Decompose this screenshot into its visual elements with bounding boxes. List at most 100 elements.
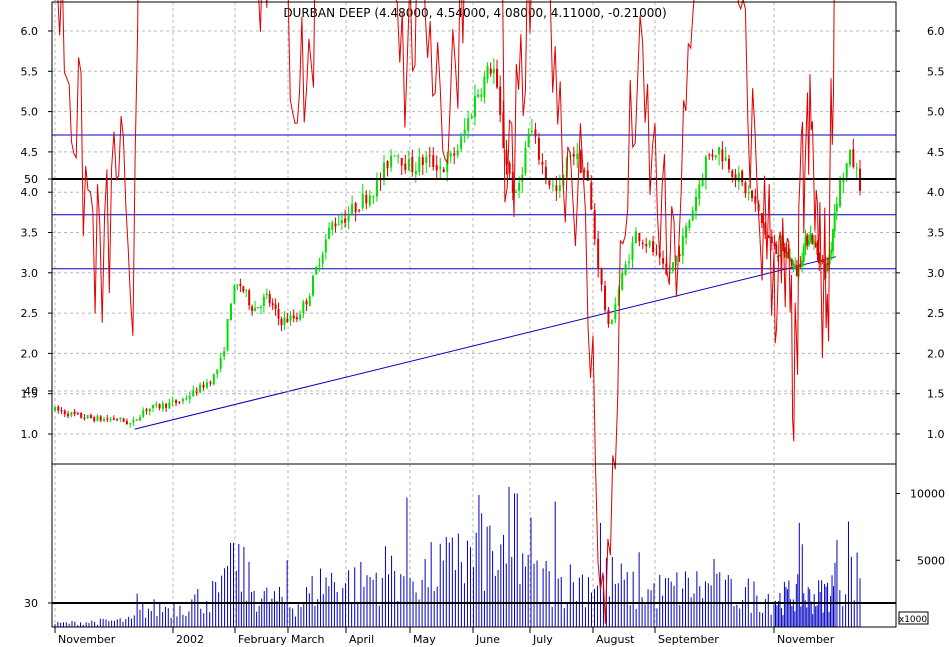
- candle-body-81: [315, 267, 318, 275]
- candle-body-120: [449, 153, 452, 157]
- candle-body-127: [473, 95, 476, 118]
- price-tick-label-right-9: 5.5: [927, 65, 945, 78]
- candle-body-78: [305, 300, 308, 305]
- candle-body-66: [268, 294, 271, 304]
- candle-body-15: [103, 419, 106, 421]
- price-tick-label-left-2: 2.0: [21, 347, 39, 360]
- candle-body-68: [274, 304, 277, 309]
- candle-body-29: [148, 408, 151, 412]
- candle-body-235: [804, 236, 807, 247]
- candle-body-240: [813, 240, 816, 243]
- candle-body-168: [610, 320, 613, 324]
- price-tick-label-right-1: 1.5: [927, 388, 945, 401]
- candle-body-237: [807, 239, 810, 246]
- candle-body-19: [116, 419, 119, 421]
- candle-body-204: [731, 170, 734, 177]
- candle-body-55: [236, 285, 239, 287]
- price-tick-label-right-4: 3.0: [927, 267, 945, 280]
- candle-body-2: [60, 410, 63, 412]
- candle-body-173: [628, 261, 631, 264]
- candle-body-121: [453, 153, 456, 156]
- stock-chart: DURBAN DEEP (4.48000, 4.54000, 4.08000, …: [0, 0, 949, 647]
- candle-body-101: [383, 162, 386, 180]
- candle-body-85: [328, 227, 331, 239]
- candle-body-241: [814, 242, 817, 247]
- candle-body-126: [470, 116, 473, 118]
- candle-body-107: [404, 163, 407, 171]
- candle-body-138: [508, 163, 511, 174]
- candle-body-130: [483, 76, 486, 98]
- candle-body-177: [641, 243, 644, 245]
- price-tick-label-right-10: 6.0: [927, 25, 945, 38]
- candle-body-239: [811, 235, 814, 245]
- candle-body-118: [442, 169, 445, 173]
- candle-body-157: [572, 153, 575, 157]
- candle-body-35: [168, 402, 171, 409]
- candle-body-180: [652, 241, 655, 253]
- candle-body-20: [119, 417, 122, 420]
- candle-body-50: [219, 357, 222, 369]
- candle-body-145: [530, 130, 533, 132]
- candle-body-109: [411, 156, 414, 172]
- candle-body-152: [555, 185, 558, 192]
- candle-body-256: [845, 163, 848, 178]
- candle-body-258: [852, 149, 855, 167]
- candle-body-218: [775, 244, 778, 254]
- candle-body-190: [685, 226, 688, 238]
- candle-body-208: [744, 182, 747, 194]
- candle-body-234: [802, 246, 805, 262]
- candle-body-79: [308, 296, 311, 307]
- candle-body-67: [271, 303, 274, 306]
- x-tick-label-2: February: [238, 633, 287, 646]
- candle-body-236: [806, 235, 809, 246]
- candle-body-89: [340, 220, 343, 224]
- candle-body-53: [229, 303, 232, 321]
- candle-body-56: [239, 283, 242, 286]
- candle-body-22: [125, 420, 128, 425]
- candle-body-76: [299, 314, 302, 320]
- candle-body-143: [524, 147, 527, 173]
- candle-body-137: [505, 149, 508, 165]
- candle-body-198: [711, 154, 714, 157]
- candle-body-179: [648, 241, 651, 246]
- x-tick-label-1: 2002: [176, 633, 204, 646]
- price-tick-label-left-5: 3.5: [21, 227, 39, 240]
- candle-body-94: [358, 209, 361, 211]
- candle-body-16: [106, 418, 109, 420]
- candle-body-162: [590, 182, 593, 210]
- candle-body-196: [704, 156, 707, 179]
- candle-body-25: [135, 419, 138, 421]
- candle-body-238: [809, 233, 812, 241]
- price-tick-label-left-3: 2.5: [21, 307, 39, 320]
- volume-tick-label-right-0: 5000: [917, 554, 945, 567]
- candle-body-228: [792, 263, 795, 266]
- candle-body-122: [456, 150, 459, 156]
- candle-body-70: [280, 318, 283, 326]
- candle-body-160: [583, 170, 586, 173]
- candle-body-14: [99, 416, 102, 421]
- x-tick-label-3: March: [291, 633, 325, 646]
- candle-body-30: [152, 404, 155, 409]
- candle-body-36: [171, 400, 174, 402]
- candle-body-108: [407, 159, 410, 171]
- candle-body-31: [155, 403, 158, 406]
- candle-body-51: [223, 351, 226, 357]
- candle-body-9: [83, 417, 86, 419]
- candle-body-191: [688, 220, 691, 229]
- candle-body-44: [199, 384, 202, 393]
- candle-body-193: [695, 196, 698, 211]
- indicator-tick-label-left-2: 50: [24, 173, 38, 186]
- candle-body-7: [76, 413, 79, 415]
- candle-body-153: [558, 185, 561, 192]
- candle-body-48: [212, 374, 215, 385]
- candle-body-163: [593, 210, 596, 240]
- candle-body-192: [691, 210, 694, 221]
- candle-body-149: [544, 166, 547, 180]
- candle-body-232: [799, 263, 802, 268]
- candle-body-39: [181, 398, 184, 402]
- candle-body-116: [435, 165, 438, 171]
- candle-body-227: [790, 258, 793, 266]
- candle-body-73: [289, 315, 292, 321]
- candle-body-201: [721, 149, 724, 162]
- candle-body-62: [256, 307, 259, 309]
